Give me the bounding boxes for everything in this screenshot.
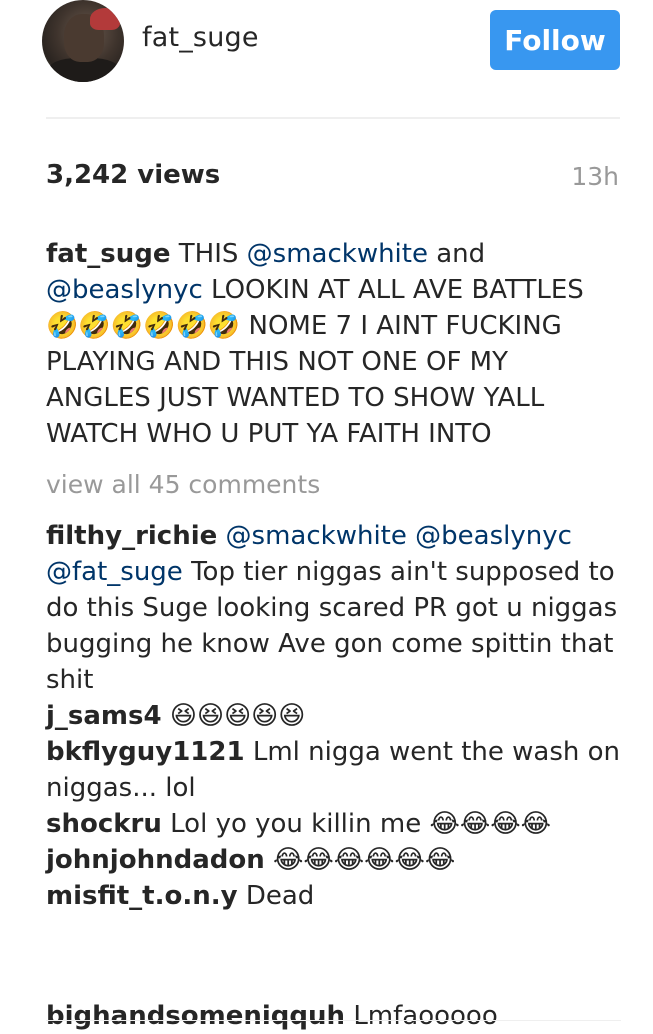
post-caption: fat_suge THIS @smackwhite and @beaslynyc… (46, 236, 621, 452)
tears-of-joy-emoji-icon: 😂😂😂😂😂😂 (273, 845, 456, 875)
comment-mention[interactable]: @beaslynyc (415, 521, 572, 551)
comment-username[interactable]: filthy_richie (46, 521, 217, 551)
caption-username[interactable]: fat_suge (46, 239, 171, 269)
comment: bighandsomeniqquh Lmfaooooo (46, 998, 498, 1034)
view-all-comments-link[interactable]: view all 45 comments (46, 470, 320, 499)
laughing-emoji-icon: 😆😆😆😆😆 (169, 701, 306, 731)
comment-username[interactable]: bkflyguy1121 (46, 737, 245, 767)
post-author-username[interactable]: fat_suge (142, 22, 259, 53)
comment: filthy_richie @smackwhite @beaslynyc @fa… (46, 518, 621, 698)
comment: johnjohndadon 😂😂😂😂😂😂 (46, 842, 621, 878)
comment-username[interactable]: j_sams4 (46, 701, 162, 731)
comment-username[interactable]: johnjohndadon (46, 845, 265, 875)
header-divider (46, 117, 620, 119)
comment: shockru Lol yo you killin me 😂😂😂😂 (46, 806, 621, 842)
comment-username[interactable]: misfit_t.o.n.y (46, 881, 238, 911)
comment-mention[interactable]: @fat_suge (46, 557, 183, 587)
avatar-cap (90, 8, 120, 30)
comment-text: Lmfaooooo (353, 1001, 498, 1031)
comment: j_sams4 😆😆😆😆😆 (46, 698, 621, 734)
comment: misfit_t.o.n.y Dead (46, 878, 621, 914)
view-count: 3,242 views (46, 160, 221, 190)
comment: bkflyguy1121 Lml nigga went the wash on … (46, 734, 621, 806)
caption-text: THIS (178, 239, 239, 269)
caption-mention[interactable]: @beaslynyc (46, 275, 203, 305)
follow-button[interactable]: Follow (490, 10, 620, 70)
comment-text: Lol yo you killin me (170, 809, 422, 839)
caption-mention[interactable]: @smackwhite (247, 239, 428, 269)
tears-of-joy-emoji-icon: 😂😂😂😂 (429, 809, 551, 839)
caption-text: and (436, 239, 486, 269)
rofl-emoji-icon: 🤣🤣🤣🤣🤣🤣 (46, 311, 241, 341)
post-header: fat_suge Follow (0, 0, 653, 118)
avatar[interactable] (42, 0, 124, 82)
comment-text: Dead (245, 881, 315, 911)
comment-mention[interactable]: @smackwhite (226, 521, 407, 551)
bottom-divider (46, 1020, 621, 1021)
caption-text: LOOKIN AT ALL AVE BATTLES (211, 275, 584, 305)
comment-username[interactable]: shockru (46, 809, 162, 839)
post-timestamp: 13h (571, 162, 619, 191)
comment-username[interactable]: bighandsomeniqquh (46, 1001, 345, 1031)
comment-list: filthy_richie @smackwhite @beaslynyc @fa… (46, 518, 621, 914)
